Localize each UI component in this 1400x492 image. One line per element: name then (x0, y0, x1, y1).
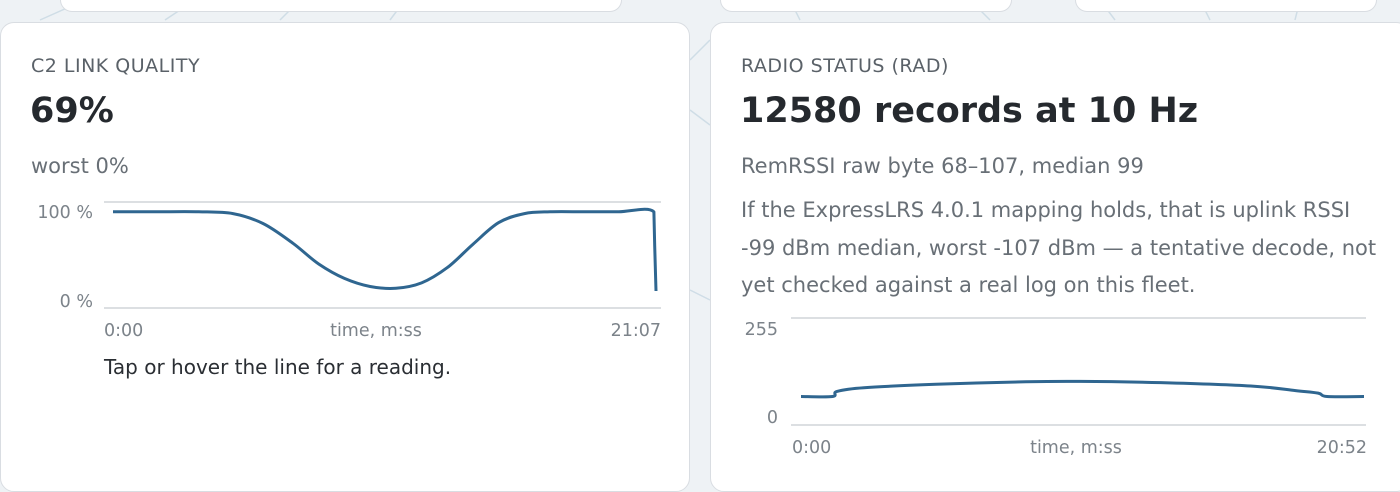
x-tick-label: 0:00 (792, 438, 831, 458)
x-tick-label: 20:52 (1317, 438, 1367, 458)
radio-status-card: RADIO STATUS (RAD) 12580 records at 10 H… (710, 22, 1400, 492)
x-tick-label: 0:00 (104, 321, 143, 341)
series-line[interactable] (800, 379, 1365, 399)
y-tick-label: 0 (767, 408, 778, 428)
radio-rssi-chart[interactable]: 255 0 0:00 time, m:ss 20:52 (711, 23, 1400, 492)
x-axis-label: time, m:ss (330, 321, 422, 341)
x-axis-label: time, m:ss (1030, 438, 1122, 458)
chart-hint: Tap or hover the line for a reading. (104, 355, 452, 379)
previous-card-edge (720, 0, 1012, 12)
y-tick-label: 255 (745, 320, 778, 340)
link-quality-card: C2 LINK QUALITY 69% worst 0% 100 % 0 % 0… (0, 22, 690, 492)
y-tick-label: 0 % (60, 292, 93, 312)
series-line[interactable] (113, 207, 658, 292)
previous-card-edge (1075, 0, 1377, 12)
x-tick-label: 21:07 (611, 321, 661, 341)
y-tick-label: 100 % (37, 203, 93, 223)
previous-card-edge (60, 0, 622, 12)
link-quality-chart[interactable]: 100 % 0 % 0:00 time, m:ss 21:07 (1, 23, 690, 363)
